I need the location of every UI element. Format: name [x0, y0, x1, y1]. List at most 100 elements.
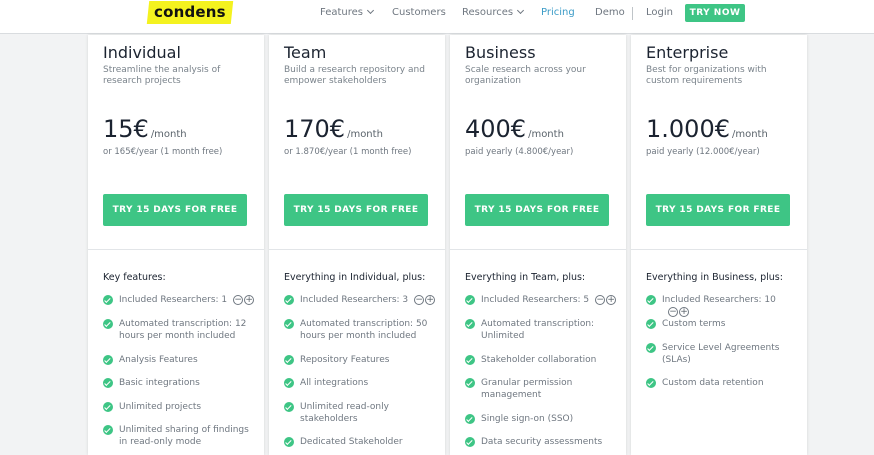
check-circle-icon — [284, 295, 294, 305]
feature-item: Service Level Agreements (SLAs) — [646, 342, 802, 366]
check-circle-icon — [646, 295, 656, 305]
feature-text: Included Researchers: 3− + — [284, 294, 440, 306]
price-period: /month — [528, 129, 564, 140]
plan-price: 170€/month — [284, 115, 383, 143]
minus-circle-icon[interactable]: − — [414, 295, 425, 305]
check-circle-icon — [103, 425, 113, 435]
minus-circle-icon[interactable]: − — [595, 295, 606, 305]
nav-pricing[interactable]: Pricing — [541, 7, 575, 18]
nav-divider — [632, 7, 633, 20]
try-free-button[interactable]: TRY 15 DAYS FOR FREE — [646, 194, 790, 226]
price-period: /month — [347, 129, 383, 140]
nav-demo[interactable]: Demo — [595, 7, 625, 18]
price-amount: 1.000€ — [646, 115, 730, 143]
feature-item: Dedicated Stakeholder — [284, 436, 440, 448]
feature-text: All integrations — [300, 378, 369, 388]
feature-text: Data security assessments — [481, 437, 603, 447]
plan-card-individual: Individual Streamline the analysis of res… — [88, 35, 264, 455]
card-divider — [88, 249, 264, 250]
price-amount: 400€ — [465, 115, 527, 143]
chevron-down-icon — [366, 6, 375, 15]
condens-logo[interactable]: condens — [146, 1, 234, 24]
check-circle-icon — [465, 355, 475, 365]
feature-text: Custom data retention — [662, 378, 764, 388]
feature-text: Basic integrations — [119, 378, 200, 388]
feature-text: Service Level Agreements (SLAs) — [662, 343, 780, 365]
check-circle-icon — [103, 295, 113, 305]
plus-circle-icon[interactable]: + — [606, 295, 617, 305]
feature-item: Custom data retention — [646, 377, 802, 389]
check-circle-icon — [646, 378, 656, 388]
feature-text: Unlimited sharing of findings in read-on… — [119, 425, 249, 447]
plan-billing-note: paid yearly (4.800€/year) — [465, 147, 574, 157]
top-nav: condens Features Customers Resources Pri… — [0, 0, 874, 34]
plus-circle-icon[interactable]: + — [679, 307, 689, 317]
feature-item: Unlimited projects — [103, 401, 259, 413]
researcher-stepper: − + — [414, 294, 436, 306]
chevron-down-icon — [517, 6, 525, 15]
feature-text: Custom terms — [662, 319, 726, 329]
researcher-stepper: − + — [668, 306, 690, 318]
feature-text: Automated transcription: 50 hours per mo… — [300, 319, 428, 341]
plan-billing-note: or 165€/year (1 month free) — [103, 147, 223, 157]
check-circle-icon — [103, 402, 113, 412]
plan-card-team: Team Build a research repository and empo… — [269, 35, 445, 455]
feature-text: Stakeholder collaboration — [481, 355, 597, 365]
price-period: /month — [150, 129, 187, 140]
researcher-stepper: − + — [233, 294, 255, 306]
check-circle-icon — [646, 343, 656, 353]
check-circle-icon — [284, 378, 294, 388]
researcher-stepper: − + — [595, 294, 617, 306]
try-free-button[interactable]: TRY 15 DAYS FOR FREE — [103, 194, 247, 226]
feature-text: Unlimited read-only stakeholders — [300, 402, 389, 424]
feature-item: Automated transcription: 50 hours per mo… — [284, 318, 440, 342]
feature-item: Custom terms — [646, 318, 802, 330]
feature-item: Included Researchers: 3− + — [284, 294, 440, 306]
price-amount: 15€ — [103, 115, 149, 143]
plus-circle-icon[interactable]: + — [425, 295, 436, 305]
try-free-button[interactable]: TRY 15 DAYS FOR FREE — [465, 194, 609, 226]
price-amount: 170€ — [284, 115, 346, 143]
plan-billing-note: or 1.870€/year (1 month free) — [284, 147, 412, 157]
card-divider — [450, 249, 626, 250]
price-period: /month — [731, 129, 768, 140]
feature-item: Basic integrations — [103, 377, 259, 389]
check-circle-icon — [103, 319, 113, 329]
check-circle-icon — [284, 355, 294, 365]
check-circle-icon — [465, 414, 475, 424]
feature-item: All integrations — [284, 377, 440, 389]
check-circle-icon — [284, 437, 294, 447]
feature-text: Automated transcription: Unlimited — [481, 319, 595, 341]
feature-item: Granular permission management — [465, 377, 621, 401]
card-divider — [631, 249, 807, 250]
check-circle-icon — [465, 378, 475, 388]
nav-features[interactable]: Features — [320, 6, 375, 18]
check-circle-icon — [465, 437, 475, 447]
feature-text: Repository Features — [300, 355, 390, 365]
features-heading: Key features: — [103, 272, 166, 283]
nav-customers[interactable]: Customers — [392, 7, 446, 18]
feature-item: Included Researchers: 1− + — [103, 294, 259, 306]
try-free-button[interactable]: TRY 15 DAYS FOR FREE — [284, 194, 428, 226]
nav-login[interactable]: Login — [646, 7, 673, 18]
check-circle-icon — [103, 355, 113, 365]
plan-name: Individual — [103, 43, 181, 62]
feature-item: Included Researchers: 5− + — [465, 294, 621, 306]
plan-billing-note: paid yearly (12.000€/year) — [646, 147, 760, 157]
minus-circle-icon[interactable]: − — [233, 295, 244, 305]
plan-name: Enterprise — [646, 43, 729, 62]
plan-card-business: Business Scale research across your organ… — [450, 35, 626, 455]
check-circle-icon — [465, 319, 475, 329]
feature-item: Included Researchers: 10− + — [646, 294, 802, 318]
feature-text: Granular permission management — [481, 378, 573, 400]
nav-resources[interactable]: Resources — [462, 6, 525, 18]
plus-circle-icon[interactable]: + — [244, 295, 255, 305]
feature-text: Single sign-on (SSO) — [481, 414, 574, 424]
feature-item: Analysis Features — [103, 354, 259, 366]
check-circle-icon — [465, 295, 475, 305]
plan-price: 15€/month — [103, 115, 187, 143]
minus-circle-icon[interactable]: − — [668, 307, 678, 317]
feature-text: Analysis Features — [119, 355, 198, 365]
try-now-button[interactable]: TRY NOW — [685, 4, 745, 22]
feature-item: Automated transcription: 12 hours per mo… — [103, 318, 259, 342]
